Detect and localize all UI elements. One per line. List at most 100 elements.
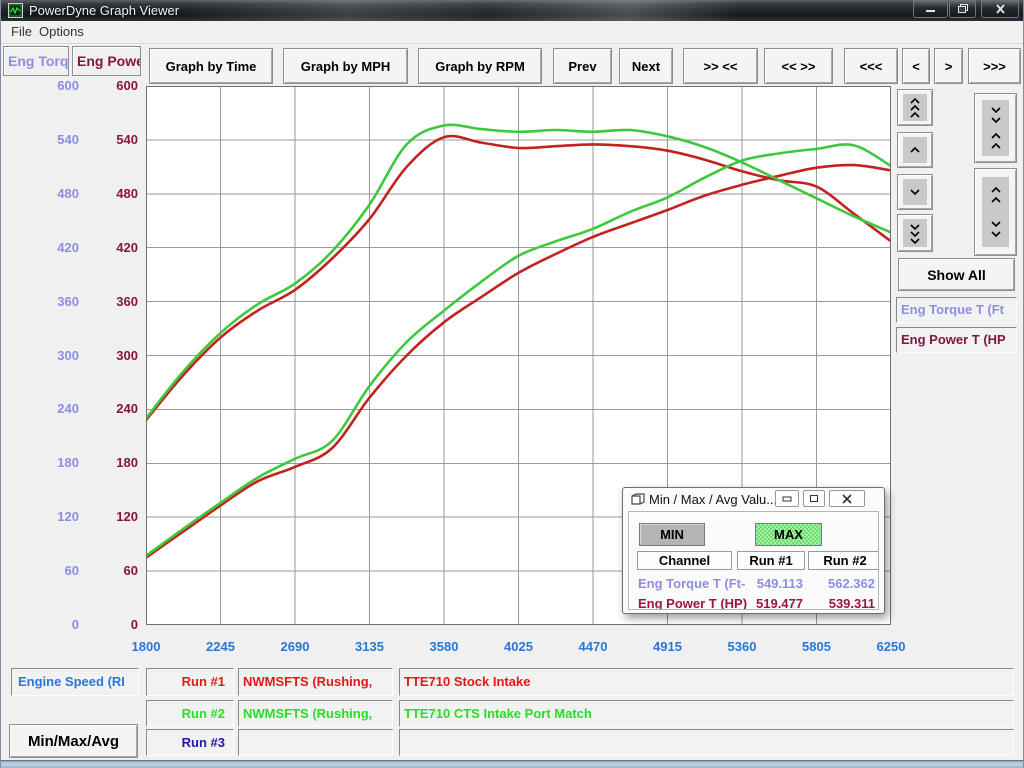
scroll-left-button[interactable]: < xyxy=(902,48,930,84)
graph-by-rpm-button[interactable]: Graph by RPM xyxy=(418,48,542,84)
window-title: PowerDyne Graph Viewer xyxy=(29,3,179,18)
y-tick-torque-240: 240 xyxy=(19,401,79,417)
run1-description: TTE710 Stock Intake xyxy=(399,668,1014,696)
run3-description xyxy=(399,729,1014,756)
y-tick-torque-540: 540 xyxy=(19,132,79,148)
x-tick-1800: 1800 xyxy=(114,639,178,654)
y-scale-down-fast-button[interactable] xyxy=(897,214,933,252)
y-tick-power-120: 120 xyxy=(78,509,138,525)
y-range-collapse-button[interactable] xyxy=(974,93,1017,163)
y-tick-power-240: 240 xyxy=(78,401,138,417)
minmax-title-bar[interactable]: Min / Max / Avg Valu... xyxy=(623,488,884,510)
x-tick-3580: 3580 xyxy=(412,639,476,654)
chevrons-expand-icon xyxy=(982,177,1009,247)
power-channel-label: Eng Power T (HP xyxy=(896,327,1017,353)
x-tick-3135: 3135 xyxy=(338,639,402,654)
run3-file xyxy=(238,729,393,756)
scroll-far-left-button[interactable]: <<< xyxy=(844,48,898,84)
y-tick-torque-60: 60 xyxy=(19,563,79,579)
restore-icon xyxy=(809,494,819,503)
y-tick-torque-600: 600 xyxy=(19,78,79,94)
minmax-minimize-button[interactable] xyxy=(775,490,799,507)
prev-button[interactable]: Prev xyxy=(553,48,612,84)
scroll-far-right-button[interactable]: >>> xyxy=(968,48,1021,84)
y-tick-torque-0: 0 xyxy=(19,617,79,633)
chevrons-collapse-icon xyxy=(982,100,1009,156)
row-power-run1-value: 519.477 xyxy=(733,596,803,610)
torque-channel-label: Eng Torque T (Ft xyxy=(896,297,1017,323)
y-tick-power-300: 300 xyxy=(78,348,138,364)
x-tick-4915: 4915 xyxy=(636,639,700,654)
triple-chevron-down-icon xyxy=(903,219,927,247)
triple-chevron-up-icon xyxy=(903,94,927,121)
restore-button[interactable] xyxy=(949,0,976,18)
y-tick-power-540: 540 xyxy=(78,132,138,148)
y-tick-power-60: 60 xyxy=(78,563,138,579)
show-all-button[interactable]: Show All xyxy=(898,258,1015,291)
max-toggle-button[interactable]: MAX xyxy=(755,523,822,546)
minmax-window-icon xyxy=(631,493,646,505)
run2-file: NWMSFTS (Rushing, xyxy=(238,700,393,727)
row-power-run2-value: 539.311 xyxy=(805,596,875,610)
run1-file: NWMSFTS (Rushing, xyxy=(238,668,393,696)
next-button[interactable]: Next xyxy=(619,48,673,84)
row-power-channel: Eng Power T (HP) xyxy=(638,596,747,610)
chevron-down-icon xyxy=(903,179,927,205)
y-tick-torque-420: 420 xyxy=(19,240,79,256)
y-range-expand-button[interactable] xyxy=(974,168,1017,256)
run2-description: TTE710 CTS Intake Port Match xyxy=(399,700,1014,727)
y-scale-up-fast-button[interactable] xyxy=(897,89,933,126)
x-channel-label: Engine Speed (RI xyxy=(11,668,139,696)
run2-label: Run #2 xyxy=(146,700,234,727)
row-torque-channel: Eng Torque T (Ft- xyxy=(638,576,745,591)
y-tick-power-600: 600 xyxy=(78,78,138,94)
run3-label: Run #3 xyxy=(146,729,234,756)
chevron-up-icon xyxy=(903,137,927,163)
y-tick-power-360: 360 xyxy=(78,294,138,310)
zoom-out-x-button[interactable]: << >> xyxy=(764,48,833,84)
minimize-icon xyxy=(782,495,792,503)
y-tick-power-180: 180 xyxy=(78,455,138,471)
tab-eng-torque[interactable]: Eng Torq xyxy=(3,46,69,76)
restore-icon xyxy=(957,3,969,14)
minimize-button[interactable] xyxy=(913,0,948,18)
y-scale-down-button[interactable] xyxy=(897,174,933,210)
minmax-window-title: Min / Max / Avg Valu... xyxy=(649,492,777,507)
x-tick-4025: 4025 xyxy=(487,639,551,654)
zoom-in-x-button[interactable]: >> << xyxy=(683,48,758,84)
graph-by-mph-button[interactable]: Graph by MPH xyxy=(283,48,408,84)
column-header-channel: Channel xyxy=(637,551,732,570)
app-window: PowerDyne Graph Viewer File Options Eng … xyxy=(0,0,1024,768)
y-tick-power-480: 480 xyxy=(78,186,138,202)
graph-by-time-button[interactable]: Graph by Time xyxy=(149,48,273,84)
min-toggle-button[interactable]: MIN xyxy=(639,523,705,546)
x-tick-2245: 2245 xyxy=(189,639,253,654)
row-torque-run1-value: 549.113 xyxy=(733,576,803,591)
minmax-close-button[interactable] xyxy=(829,490,865,507)
close-icon xyxy=(841,494,853,504)
minmax-window[interactable]: Min / Max / Avg Valu... MIN MAX Channel … xyxy=(622,487,885,614)
column-header-run2: Run #2 xyxy=(808,551,879,570)
y-tick-torque-120: 120 xyxy=(19,509,79,525)
menu-options[interactable]: Options xyxy=(33,21,90,43)
x-tick-5360: 5360 xyxy=(710,639,774,654)
scroll-right-button[interactable]: > xyxy=(934,48,963,84)
close-button[interactable] xyxy=(981,0,1019,18)
oscilloscope-icon xyxy=(8,3,23,18)
minmaxavg-button[interactable]: Min/Max/Avg xyxy=(9,724,138,758)
tab-eng-power[interactable]: Eng Powe xyxy=(72,46,141,76)
y-tick-torque-360: 360 xyxy=(19,294,79,310)
x-tick-6250: 6250 xyxy=(859,639,923,654)
titlebar-glare xyxy=(181,0,741,21)
y-scale-up-button[interactable] xyxy=(897,132,933,168)
minmax-table: MIN MAX Channel Run #1 Run #2 Eng Torque… xyxy=(628,511,879,610)
run1-label: Run #1 xyxy=(146,668,234,696)
y-tick-torque-480: 480 xyxy=(19,186,79,202)
window-bottom-border xyxy=(1,760,1023,768)
title-bar[interactable]: PowerDyne Graph Viewer xyxy=(1,0,1023,21)
y-tick-torque-300: 300 xyxy=(19,348,79,364)
y-tick-power-420: 420 xyxy=(78,240,138,256)
minmax-restore-button[interactable] xyxy=(803,490,825,507)
column-header-run1: Run #1 xyxy=(737,551,805,570)
close-icon xyxy=(995,4,1006,14)
